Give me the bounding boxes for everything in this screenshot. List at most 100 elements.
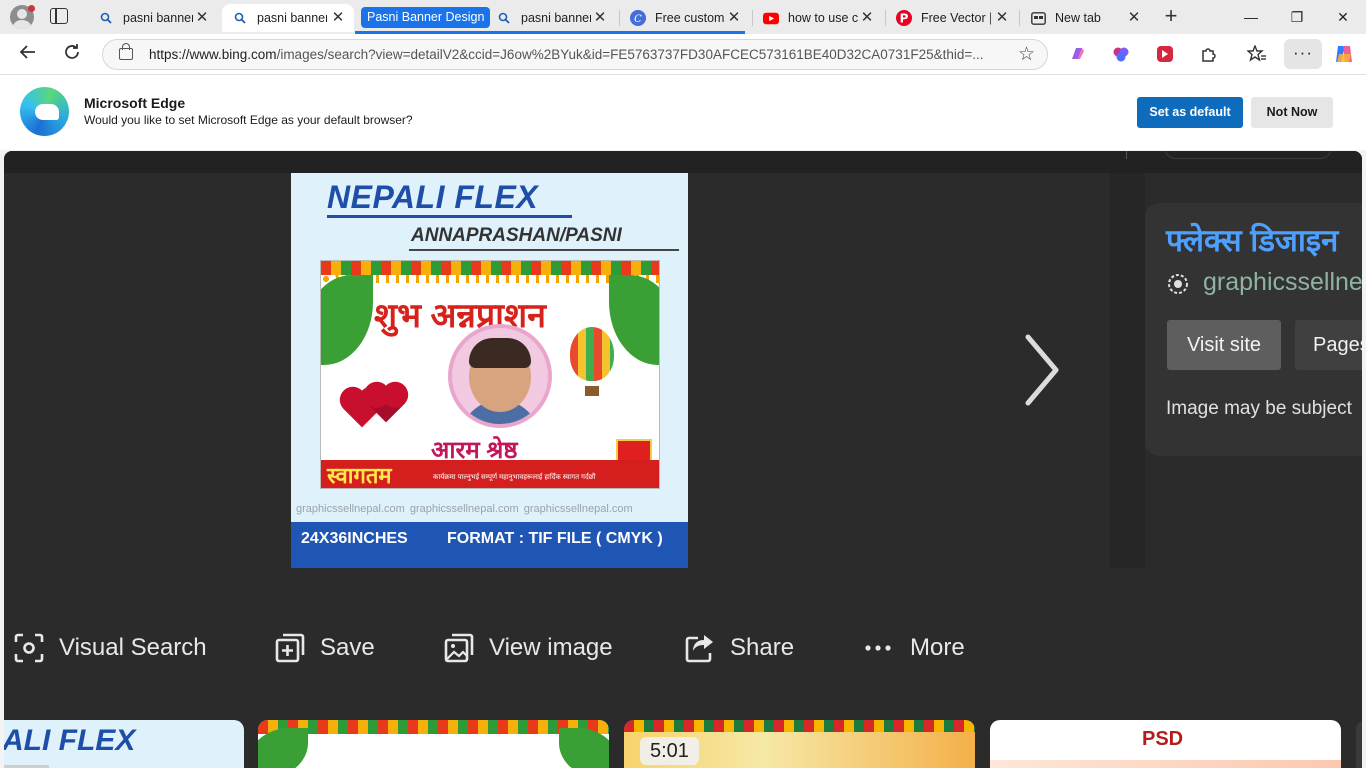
leaf-decoration [258,728,308,768]
tab-canva[interactable]: C Free customiz ✕ [620,4,750,32]
viewer-top-bar [4,151,1362,173]
welcome-text-nepali: स्वागतम [327,463,392,488]
favorite-star-icon[interactable]: ☆ [1018,43,1035,66]
tab-title: pasni banner [257,11,327,25]
visual-search-label: Visual Search [59,634,207,661]
video-duration-badge: 5:01 [640,737,699,765]
flex-title: NEPALI FLEX [327,179,539,215]
info-title[interactable]: फ्लेक्स डिजाइन [1166,219,1338,261]
related-thumbnail[interactable]: PSD [990,720,1341,768]
banner-message: Would you like to set Microsoft Edge as … [84,113,413,127]
pages-button[interactable]: Pages [1295,320,1362,370]
lock-icon[interactable] [119,43,133,60]
tab-group-label[interactable]: Pasni Banner Design [361,7,491,28]
divider [327,215,572,218]
tab-youtube[interactable]: how to use ca ✕ [753,4,883,32]
minimize-button[interactable]: — [1228,0,1274,34]
format-label: FORMAT : TIF FILE ( CMYK ) [447,530,663,547]
main-preview-image[interactable]: NEPALI FLEX ANNAPRASHAN/PASNI शुभ अन्नप्… [291,173,688,568]
close-tab-icon[interactable]: ✕ [1126,10,1142,26]
globe-icon [1168,274,1188,294]
welcome-subtext: कार्यक्रमा पाल्नुभई सम्पूर्ण महानुभावहरू… [433,474,596,481]
settings-more-button[interactable]: ··· [1284,39,1322,69]
more-icon [865,645,891,651]
related-thumbnail[interactable] [258,720,609,768]
image-detail-viewer: NEPALI FLEX ANNAPRASHAN/PASNI शुभ अन्नप्… [4,151,1362,768]
url-text[interactable]: https://www.bing.com/images/search?view=… [149,47,1009,62]
copilot-icon[interactable] [1333,43,1355,65]
tab-pinterest[interactable]: P Free Vector | ✕ [886,4,1018,32]
extensions-icon[interactable] [1198,43,1220,65]
copyright-note: Image may be subject [1166,398,1352,419]
visual-search-button[interactable]: Visual Search [13,631,207,665]
save-button[interactable]: Save [274,631,375,665]
not-now-button[interactable]: Not Now [1251,97,1333,128]
thumbnail-text: ALI FLEX [4,724,136,757]
close-tab-icon[interactable]: ✕ [194,10,210,26]
save-label: Save [320,634,375,661]
save-icon [275,633,305,663]
more-button[interactable]: More [862,631,965,665]
more-label: More [910,634,965,661]
search-icon [496,10,512,26]
youtube-icon [763,10,779,26]
related-thumbnail[interactable]: ALI FLEX [4,720,244,768]
close-tab-icon[interactable]: ✕ [994,10,1010,26]
set-as-default-button[interactable]: Set as default [1137,97,1243,128]
designer-icon[interactable] [1066,43,1088,65]
newtab-icon [1030,10,1046,26]
favorites-icon[interactable] [1246,43,1268,65]
restore-button[interactable]: ❐ [1274,0,1320,34]
leaf-decoration [559,728,609,768]
close-tab-icon[interactable]: ✕ [330,10,346,26]
baby-hair [469,338,531,368]
top-pill[interactable] [1164,151,1332,159]
back-button[interactable] [16,42,40,66]
close-tab-icon[interactable]: ✕ [592,10,608,26]
canva-icon: C [630,10,646,26]
tab-title: pasni banner [521,11,591,25]
next-image-chevron-icon[interactable] [1016,331,1066,409]
close-window-button[interactable]: ✕ [1320,0,1366,34]
divider [409,249,679,251]
related-thumbnail[interactable] [1356,720,1362,768]
svg-text:C: C [634,14,642,25]
flex-subtitle: ANNAPRASHAN/PASNI [411,225,622,246]
related-video-thumbnail[interactable]: 5:01 [624,720,975,768]
view-image-label: View image [489,634,613,661]
refresh-button[interactable] [60,42,84,66]
pinterest-icon: P [896,10,912,26]
banner-title: Microsoft Edge [84,95,186,111]
tab-pasni-banner-active[interactable]: pasni banner ✕ [222,4,354,32]
view-image-button[interactable]: View image [443,631,613,665]
thumbnail-band [990,760,1341,768]
copilot-brain-icon[interactable] [1110,43,1132,65]
address-bar[interactable]: https://www.bing.com/images/search?view=… [102,39,1048,70]
tab-pasni-banner-1[interactable]: pasni banner ✕ [88,4,218,32]
source-domain[interactable]: graphicssellne [1203,268,1362,297]
tab-pasni-banner-3[interactable]: pasni banner ✕ [486,4,616,32]
size-label: 24X36INCHES [301,530,408,547]
close-tab-icon[interactable]: ✕ [859,10,875,26]
pasni-banner-artwork: शुभ अन्नप्राशन आरम श्रेष्ठ स्वागतम कार्य… [320,260,660,489]
media-extension-icon[interactable] [1154,43,1176,65]
close-tab-icon[interactable]: ✕ [726,10,742,26]
share-button[interactable]: Share [684,631,794,665]
tab-new-tab[interactable]: New tab ✕ [1020,4,1150,32]
divider [1126,151,1127,159]
view-image-icon [444,633,474,663]
tab-title: Free customiz [655,11,725,25]
share-label: Share [730,634,795,661]
default-browser-banner: Microsoft Edge Would you like to set Mic… [0,74,1366,150]
leaf-decoration [321,275,373,365]
new-tab-button[interactable]: + [1160,5,1182,28]
visit-site-button[interactable]: Visit site [1167,320,1281,370]
tab-actions-icon[interactable] [50,8,68,24]
browser-window: pasni banner ✕ pasni banner ✕ Pasni Bann… [0,0,1366,768]
hot-air-balloon [570,327,614,381]
tab-title: Free Vector | [921,11,991,25]
search-icon [98,10,114,26]
share-icon [685,635,713,663]
tab-title: New tab [1055,11,1101,25]
bunting-decoration [321,261,659,275]
